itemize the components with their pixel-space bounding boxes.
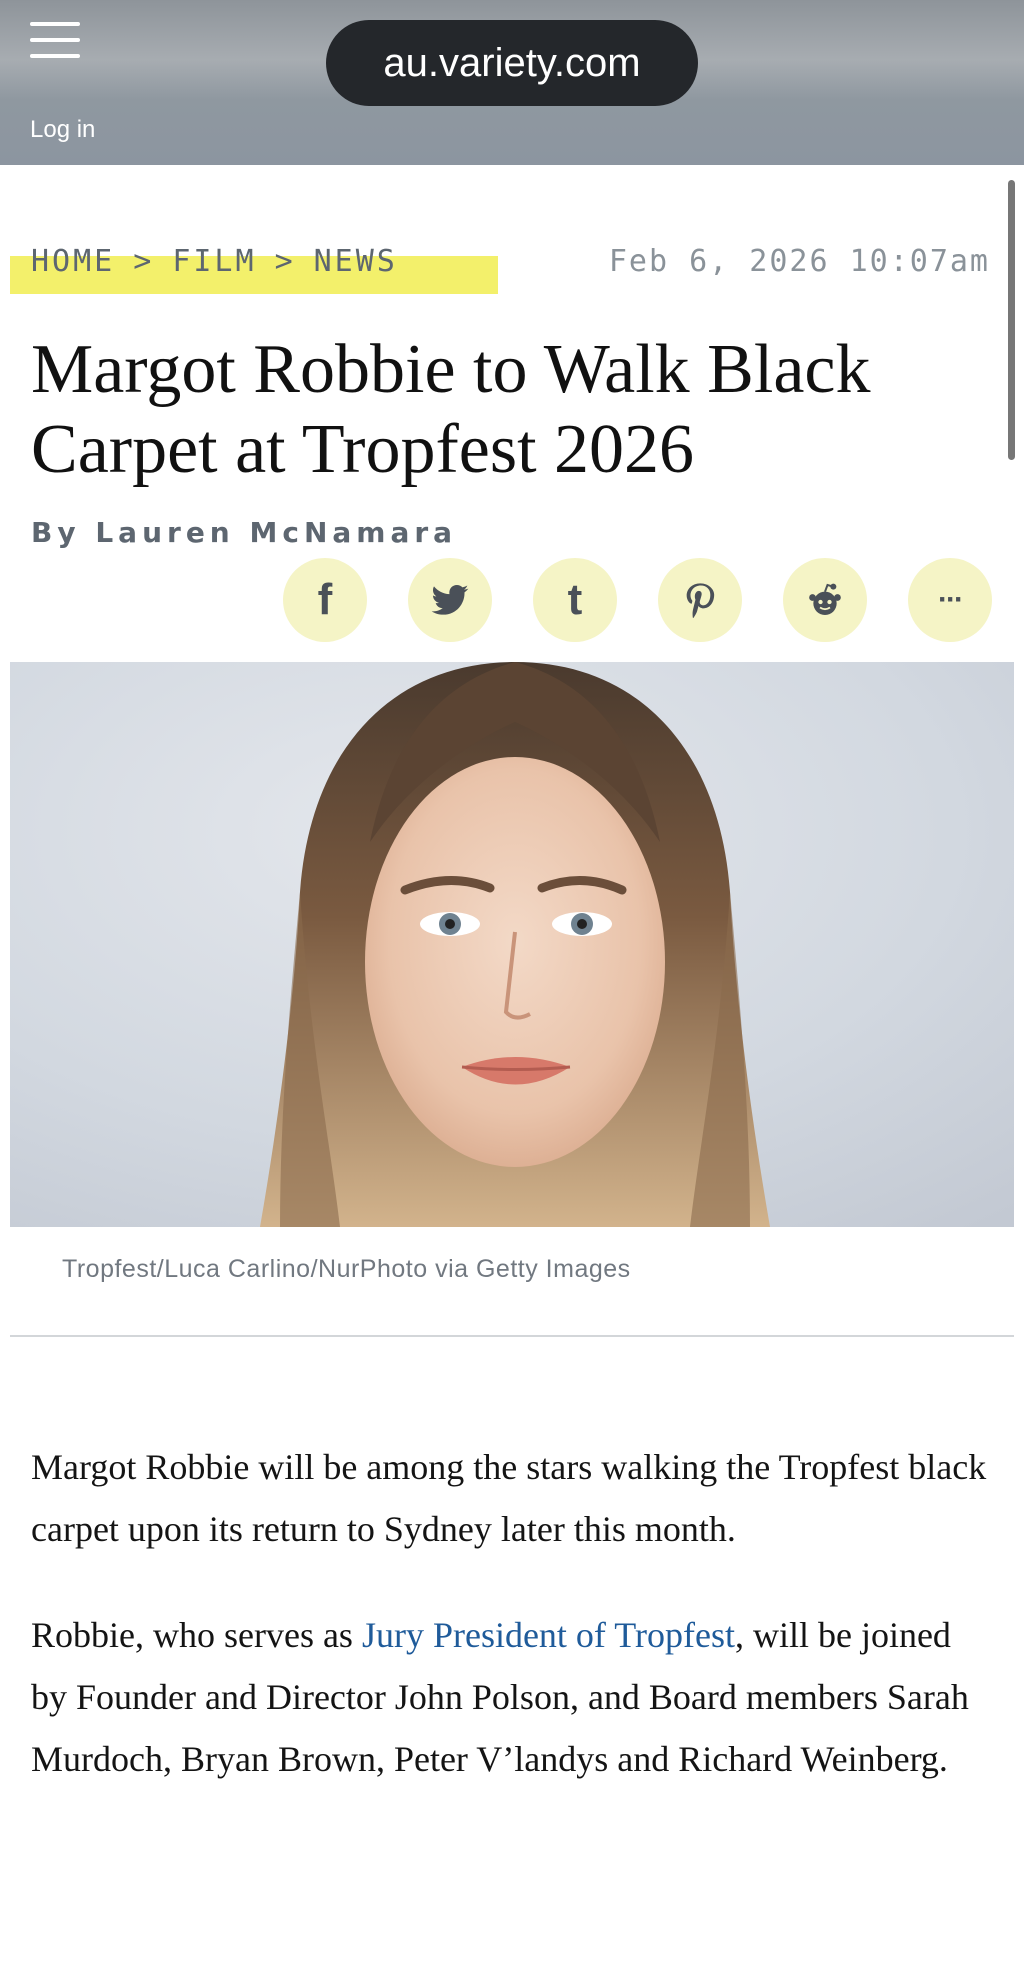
scrollbar[interactable] [1008, 180, 1015, 460]
share-reddit-button[interactable] [783, 558, 867, 642]
article-headline: Margot Robbie to Walk Black Carpet at Tr… [31, 331, 871, 488]
breadcrumb-separator: > [133, 244, 155, 279]
share-pinterest-button[interactable] [658, 558, 742, 642]
portrait-illustration [10, 662, 1014, 1227]
share-more-button[interactable]: ··· [908, 558, 992, 642]
breadcrumb-film[interactable]: FILM [172, 244, 256, 279]
browser-top-bar: au.variety.com Log in [0, 0, 1024, 165]
facebook-icon: f [317, 575, 333, 624]
reddit-icon [809, 583, 841, 615]
more-icon: ··· [938, 583, 964, 616]
article-byline[interactable]: By Lauren McNamara [31, 516, 457, 549]
tumblr-icon: t [567, 575, 583, 624]
pinterest-icon [686, 583, 715, 619]
article-body: Margot Robbie will be among the stars wa… [31, 1436, 991, 1834]
share-tumblr-button[interactable]: t [533, 558, 617, 642]
login-link[interactable]: Log in [30, 116, 95, 144]
jury-president-link[interactable]: Jury President of Tropfest [362, 1615, 735, 1655]
article-paragraph: Robbie, who serves as Jury President of … [31, 1604, 991, 1790]
breadcrumb-separator: > [274, 244, 296, 279]
address-bar[interactable]: au.variety.com [326, 20, 698, 106]
paragraph-text: Robbie, who serves as [31, 1615, 362, 1655]
share-twitter-button[interactable] [408, 558, 492, 642]
breadcrumb: HOME > FILM > NEWS [31, 244, 398, 279]
article-hero-image [10, 662, 1014, 1227]
hamburger-menu-icon[interactable] [30, 22, 80, 62]
image-caption: Tropfest/Luca Carlino/NurPhoto via Getty… [62, 1255, 631, 1283]
article-timestamp: Feb 6, 2026 10:07am [608, 244, 990, 279]
share-facebook-button[interactable]: f [283, 558, 367, 642]
address-bar-url: au.variety.com [383, 40, 641, 85]
breadcrumb-news[interactable]: NEWS [314, 244, 398, 279]
breadcrumb-home[interactable]: HOME [31, 244, 115, 279]
twitter-icon [431, 585, 469, 615]
article-paragraph: Margot Robbie will be among the stars wa… [31, 1447, 987, 1549]
divider [10, 1335, 1014, 1337]
